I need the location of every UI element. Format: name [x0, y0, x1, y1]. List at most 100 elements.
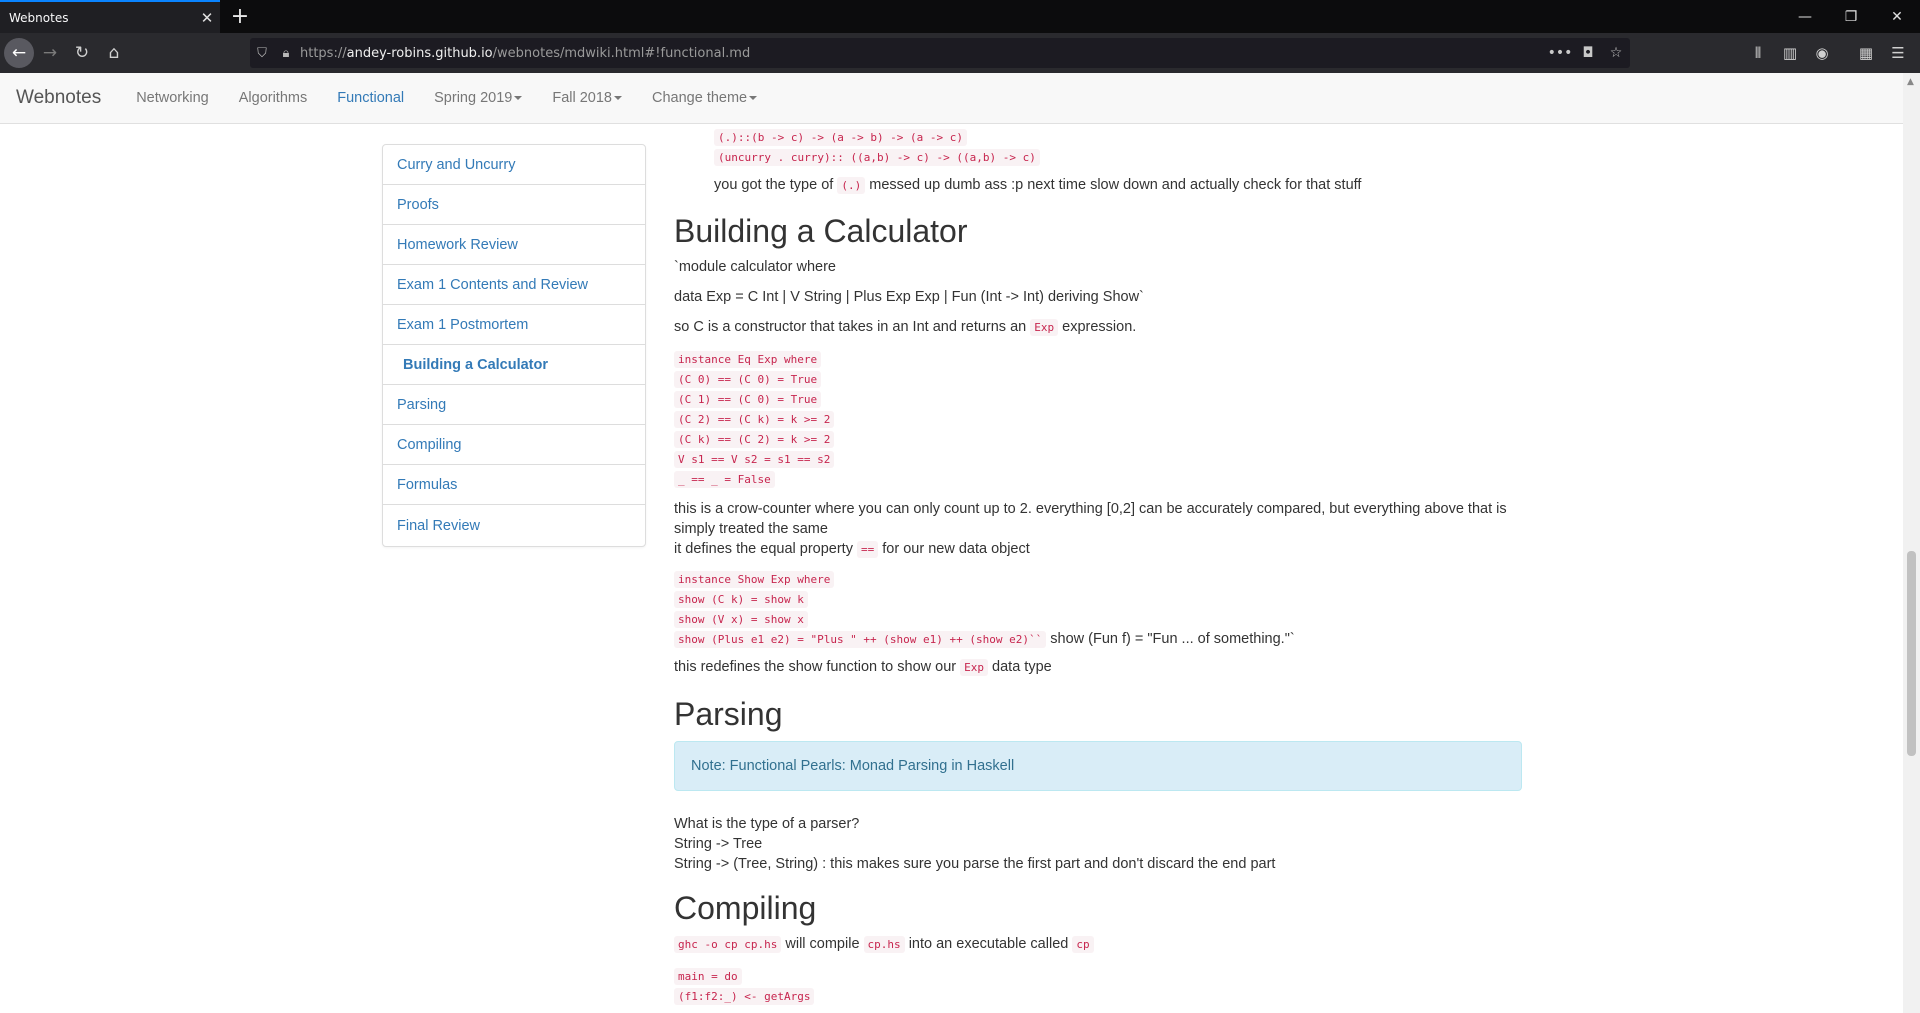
- inline-code: Exp: [960, 659, 989, 676]
- text: messed up dumb ass :p next time slow dow…: [869, 177, 1362, 193]
- url-path: /webnotes/mdwiki.html#!functional.md: [492, 45, 751, 61]
- inline-code: cp.hs: [863, 936, 905, 953]
- code-line: _ == _ = False: [674, 471, 775, 488]
- account-icon[interactable]: ◉: [1806, 37, 1838, 69]
- nav-dropdown-label: Spring 2019: [434, 90, 513, 106]
- type-code-block: (.)::(b -> c) -> (a -> b) -> (a -> c) (u…: [714, 127, 1040, 167]
- sidebar-item-compiling[interactable]: Compiling: [383, 425, 645, 465]
- text: this is a crow-counter where you can onl…: [674, 501, 1507, 517]
- library-icon[interactable]: ⫴: [1742, 37, 1774, 69]
- code-line: show (C k) = show k: [674, 591, 808, 608]
- pocket-icon[interactable]: ◘: [1574, 45, 1602, 61]
- text: into an executable called: [908, 936, 1069, 952]
- inline-code: ghc -o cp cp.hs: [674, 936, 782, 953]
- text: this redefines the show function to show…: [674, 659, 957, 675]
- parsing-note-alert: Note: Functional Pearls: Monad Parsing i…: [674, 741, 1522, 791]
- sidebar-item-curry-and-uncurry[interactable]: Curry and Uncurry: [383, 145, 645, 185]
- compile-paragraph: ghc -o cp cp.hs will compile cp.hs into …: [674, 936, 1094, 953]
- toolbar-right: ⫴ ▥ ◉ ▦ ☰: [1742, 37, 1914, 69]
- nav-link-algorithms[interactable]: Algorithms: [224, 90, 323, 106]
- nav-dropdown-label: Fall 2018: [552, 90, 612, 106]
- scrollbar-thumb[interactable]: [1907, 551, 1916, 756]
- inline-code: ==: [856, 541, 879, 558]
- reload-icon[interactable]: ↻: [66, 37, 98, 69]
- calc-paragraph-module: `module calculator where: [674, 259, 836, 275]
- code-line: (uncurry . curry):: ((a,b) -> c) -> ((a,…: [714, 149, 1040, 166]
- toolbar-spacer: [1838, 37, 1850, 69]
- url-text[interactable]: https://andey-robins.github.io/webnotes/…: [300, 46, 750, 61]
- heading-building-a-calculator: Building a Calculator: [674, 213, 968, 249]
- sidebar-item-exam-1-contents[interactable]: Exam 1 Contents and Review: [383, 265, 645, 305]
- text: expression.: [1062, 319, 1137, 335]
- text: simply treated the same: [674, 521, 828, 537]
- extensions-icon[interactable]: ▦: [1850, 37, 1882, 69]
- forward-arrow-icon[interactable]: →: [34, 37, 66, 69]
- sidebar-item-formulas[interactable]: Formulas: [383, 465, 645, 505]
- text: you got the type of: [714, 177, 834, 193]
- text: What is the type of a parser?: [674, 816, 860, 832]
- code-line: (C 0) == (C 0) = True: [674, 371, 822, 388]
- browser-tab-strip: Webnotes ✕ + — ❐ ✕: [0, 0, 1920, 33]
- sidebar-item-proofs[interactable]: Proofs: [383, 185, 645, 225]
- address-bar-actions: ••• ◘ ☆: [1546, 45, 1630, 61]
- nav-dropdown-label: Change theme: [652, 90, 748, 106]
- nav-dropdown-change-theme[interactable]: Change theme: [637, 90, 772, 106]
- window-controls: — ❐ ✕: [1782, 0, 1920, 33]
- sidebar-item-homework-review[interactable]: Homework Review: [383, 225, 645, 265]
- more-actions-icon[interactable]: •••: [1546, 45, 1574, 61]
- nav-dropdown-fall-2018[interactable]: Fall 2018: [537, 90, 637, 106]
- code-line: (f1:f2:_) <- getArgs: [674, 988, 815, 1005]
- code-line: main = do: [674, 968, 742, 985]
- main-code-block: main = do (f1:f2:_) <- getArgs: [674, 966, 815, 1006]
- code-line: V s1 == V s2 = s1 == s2: [674, 451, 835, 468]
- code-line: instance Show Exp where: [674, 571, 835, 588]
- text: show (Fun f) = "Fun ... of something."`: [1050, 631, 1295, 647]
- caret-down-icon: [749, 96, 758, 101]
- close-window-icon[interactable]: ✕: [1874, 0, 1920, 33]
- code-line: show (V x) = show x: [674, 611, 808, 628]
- tab-title: Webnotes: [9, 10, 69, 25]
- page-scrollbar[interactable]: ▲: [1903, 73, 1920, 1013]
- nav-link-networking[interactable]: Networking: [121, 90, 224, 106]
- sidebar-item-final-review[interactable]: Final Review: [383, 505, 645, 546]
- browser-toolbar: ← → ↻ ⌂ ⛉ 🔒︎ https://andey-robins.github…: [0, 33, 1920, 73]
- home-icon[interactable]: ⌂: [98, 37, 130, 69]
- lock-icon[interactable]: 🔒︎: [274, 46, 298, 61]
- close-tab-icon[interactable]: ✕: [194, 9, 220, 27]
- inline-code: cp: [1072, 936, 1094, 953]
- back-arrow-icon[interactable]: ←: [4, 38, 34, 68]
- restore-icon[interactable]: ❐: [1828, 0, 1874, 33]
- sidebar-toggle-icon[interactable]: ▥: [1774, 37, 1806, 69]
- browser-tab[interactable]: Webnotes ✕: [0, 0, 220, 33]
- caret-down-icon: [614, 96, 622, 101]
- minimize-icon[interactable]: —: [1782, 0, 1828, 33]
- sidebar-item-building-a-calculator[interactable]: Building a Calculator: [383, 345, 645, 385]
- scroll-up-icon[interactable]: ▲: [1907, 77, 1914, 87]
- sidebar-toc: Curry and Uncurry Proofs Homework Review…: [382, 144, 646, 547]
- text: data type: [992, 659, 1052, 675]
- text: for our new data object: [882, 541, 1030, 557]
- site-brand[interactable]: Webnotes: [16, 87, 101, 109]
- code-line: show (Plus e1 e2) = "Plus " ++ (show e1)…: [674, 631, 1047, 648]
- menu-icon[interactable]: ☰: [1882, 37, 1914, 69]
- address-bar[interactable]: ⛉ 🔒︎ https://andey-robins.github.io/webn…: [250, 38, 1630, 68]
- shield-icon[interactable]: ⛉: [250, 46, 274, 61]
- calc-paragraph-data: data Exp = C Int | V String | Plus Exp E…: [674, 289, 1144, 305]
- code-line: instance Eq Exp where: [674, 351, 822, 368]
- show-redefine-paragraph: this redefines the show function to show…: [674, 659, 1052, 676]
- caret-down-icon: [514, 96, 523, 101]
- nav-dropdown-spring-2019[interactable]: Spring 2019: [419, 90, 537, 106]
- text: it defines the equal property: [674, 541, 853, 557]
- new-tab-icon[interactable]: +: [220, 0, 260, 33]
- text: String -> Tree: [674, 836, 763, 852]
- sidebar-item-parsing[interactable]: Parsing: [383, 385, 645, 425]
- code-line: (C 1) == (C 0) = True: [674, 391, 822, 408]
- sidebar-item-exam-1-postmortem[interactable]: Exam 1 Postmortem: [383, 305, 645, 345]
- site-navbar: Webnotes Networking Algorithms Functiona…: [0, 73, 1903, 124]
- show-instance-code-block: instance Show Exp where show (C k) = sho…: [674, 569, 1295, 649]
- nav-link-functional[interactable]: Functional: [322, 90, 419, 106]
- heading-parsing: Parsing: [674, 696, 783, 732]
- text: String -> (Tree, String) : this makes su…: [674, 856, 1276, 872]
- bookmark-star-icon[interactable]: ☆: [1602, 45, 1630, 61]
- heading-compiling: Compiling: [674, 890, 817, 926]
